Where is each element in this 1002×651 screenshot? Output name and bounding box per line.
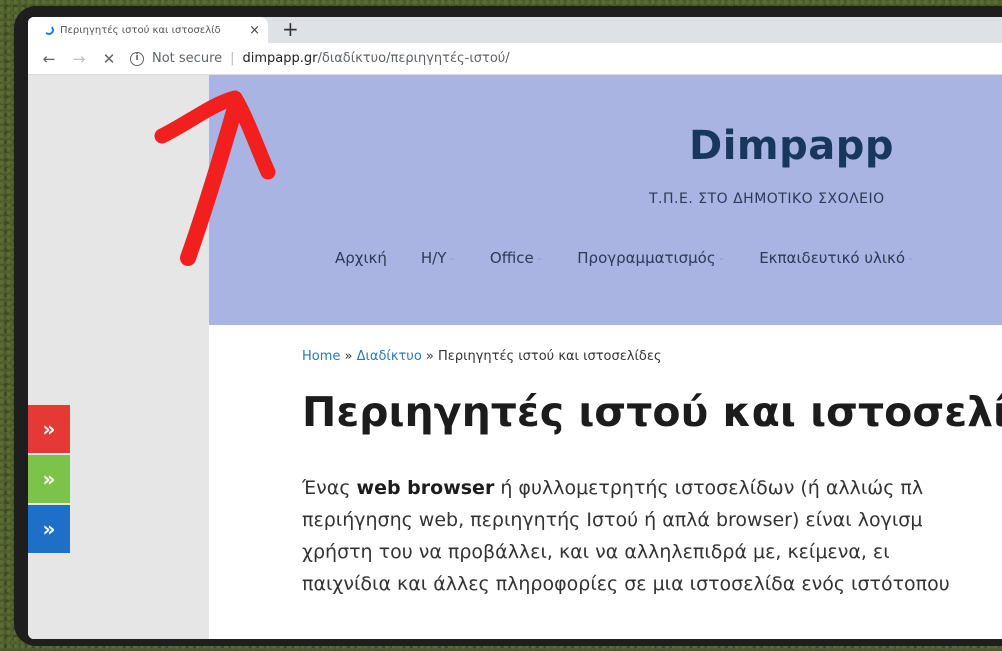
loading-spinner-icon [44, 25, 54, 35]
tab-close-icon[interactable]: × [249, 23, 260, 38]
menu-item-home[interactable]: Αρχική [335, 249, 387, 267]
menu-item-programming[interactable]: Προγραμματισμός ⌄ [577, 249, 725, 267]
menu-item-label: Η/Υ [420, 249, 447, 267]
address-bar[interactable]: i Not secure | dimpapp.gr /διαδίκτυο/περ… [130, 51, 510, 66]
intro-paragraph: Ένας web browser ή φυλλομετρητής ιστοσελ… [302, 472, 1002, 600]
site-tagline: Τ.Π.Ε. ΣΤΟ ΔΗΜΟΤΙΚΟ ΣΧΟΛΕΙΟ [649, 191, 885, 207]
stop-button[interactable]: ✕ [94, 50, 124, 68]
left-gutter [28, 75, 209, 639]
breadcrumb-home-link[interactable]: Home [302, 349, 340, 364]
main-menu: Αρχική Η/Υ ⌄ Office ⌄ Προγραμματισμός ⌄ … [335, 249, 949, 267]
url-path: /διαδίκτυο/περιηγητές-ιστού/ [317, 51, 510, 66]
double-chevron-right-icon: » [42, 517, 56, 541]
chevron-down-icon: ⌄ [717, 253, 726, 263]
share-button-red[interactable]: » [28, 405, 70, 453]
breadcrumb-separator: » [340, 349, 357, 364]
chevron-down-icon: ⌄ [907, 253, 915, 263]
not-secure-label: Not secure [152, 51, 223, 66]
chevron-down-icon: ⌄ [448, 253, 456, 263]
paragraph-text: ή φυλλομετρητής ιστοσελίδων (ή αλλιώς πλ [494, 477, 924, 499]
tab-title: Περιηγητές ιστού και ιστοσελίδ [60, 24, 221, 36]
menu-item-office[interactable]: Office ⌄ [490, 249, 543, 267]
menu-item-label: Αρχική [335, 249, 387, 267]
main-content: Home » Διαδίκτυο » Περιηγητές ιστού και … [302, 325, 1002, 600]
tab-strip: Περιηγητές ιστού και ιστοσελίδ × + [28, 17, 1002, 43]
double-chevron-right-icon: » [42, 417, 56, 441]
site-header: Dimpapp Τ.Π.Ε. ΣΤΟ ΔΗΜΟΤΙΚΟ ΣΧΟΛΕΙΟ Αρχι… [209, 75, 1002, 325]
chevron-down-icon: ⌄ [535, 253, 544, 263]
menu-item-educational-material[interactable]: Εκπαιδευτικό υλικό ⌄ [759, 249, 914, 267]
menu-item-label: Office [489, 249, 534, 267]
breadcrumb-separator: » [421, 349, 439, 364]
site-title[interactable]: Dimpapp [689, 123, 894, 169]
breadcrumb-section-link[interactable]: Διαδίκτυο [357, 349, 422, 364]
paragraph-text: παιχνίδια και άλλες πληροφορίες σε μια ι… [302, 573, 950, 595]
menu-item-label: Προγραμματισμός [577, 249, 716, 267]
info-icon[interactable]: i [130, 51, 144, 66]
paragraph-text: περιήγησης web, περιηγητής Ιστού ή απλά … [302, 509, 923, 531]
browser-tab[interactable]: Περιηγητές ιστού και ιστοσελίδ × [28, 17, 268, 43]
page-title: Περιηγητές ιστού και ιστοσελίδε [302, 388, 1002, 436]
menu-item-computer[interactable]: Η/Υ ⌄ [421, 249, 456, 267]
browser-toolbar: ← → ✕ i Not secure | dimpapp.gr /διαδίκτ… [28, 43, 1002, 75]
back-button[interactable]: ← [34, 50, 64, 68]
breadcrumb-current: Περιηγητές ιστού και ιστοσελίδες [438, 349, 662, 364]
page-viewport: » » » Dimpapp Τ.Π.Ε. ΣΤΟ ΔΗΜΟΤΙΚΟ ΣΧΟΛΕΙ… [28, 75, 1002, 639]
new-tab-button[interactable]: + [282, 19, 299, 39]
url-host: dimpapp.gr [242, 51, 318, 66]
share-button-green[interactable]: » [28, 455, 70, 503]
paragraph-text: χρήστη του να προβάλλει, και να αλληλεπι… [302, 541, 890, 563]
share-button-blue[interactable]: » [28, 505, 70, 553]
browser-window: Περιηγητές ιστού και ιστοσελίδ × + ← → ✕… [28, 17, 1002, 639]
address-separator: | [230, 51, 235, 66]
menu-item-label: Εκπαιδευτικό υλικό [759, 249, 906, 267]
forward-button[interactable]: → [64, 50, 94, 68]
paragraph-text: Ένας [302, 477, 357, 499]
breadcrumb: Home » Διαδίκτυο » Περιηγητές ιστού και … [302, 349, 1002, 364]
paragraph-bold-term: web browser [356, 477, 495, 499]
double-chevron-right-icon: » [42, 467, 56, 491]
